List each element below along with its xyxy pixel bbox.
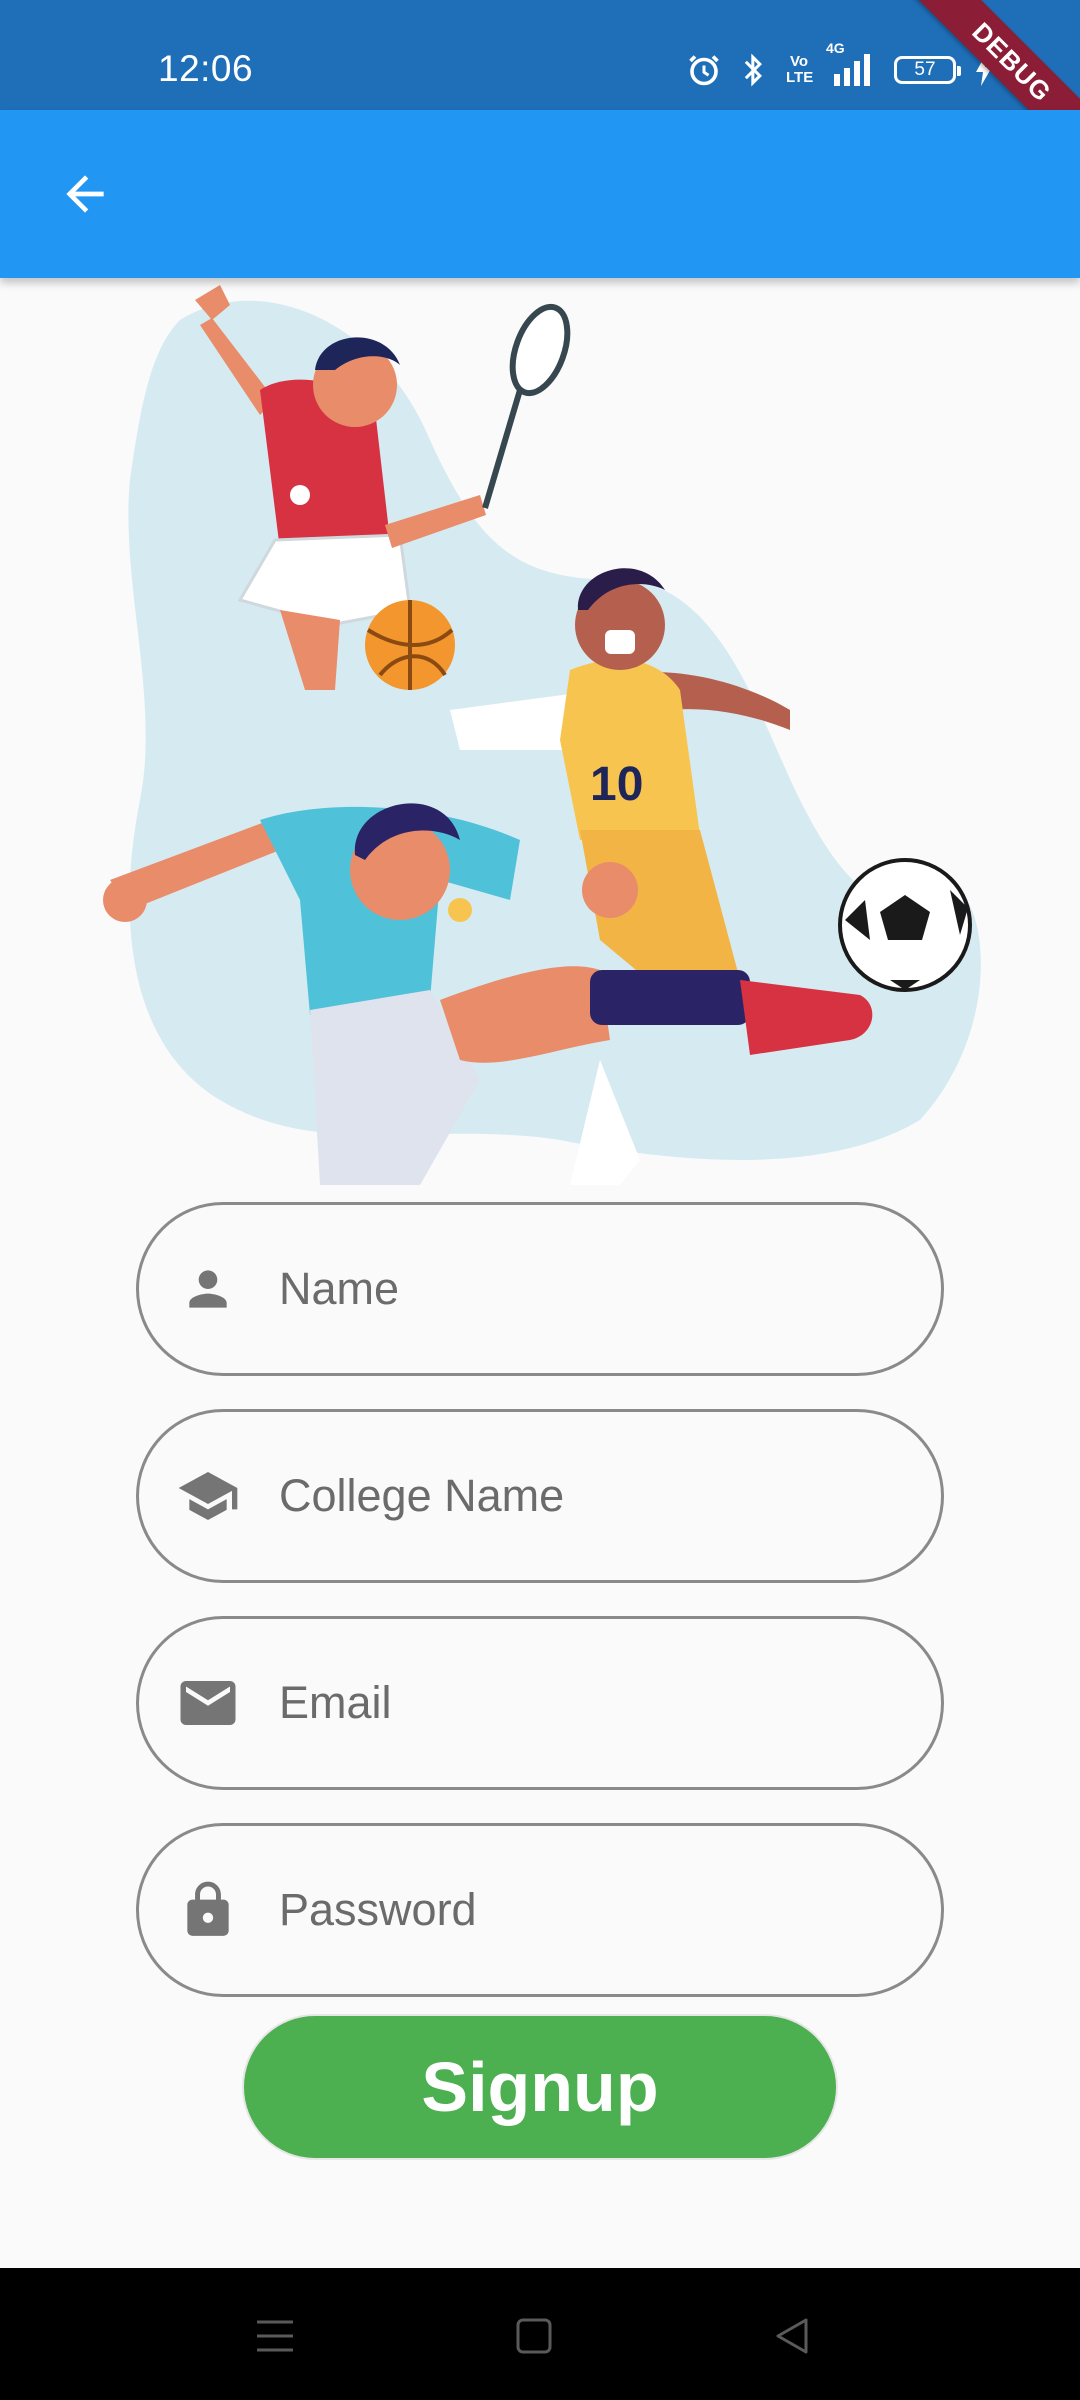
alarm-icon	[686, 52, 722, 88]
college-name-input[interactable]	[277, 1469, 881, 1523]
name-input[interactable]	[277, 1262, 881, 1316]
status-icons: Vo LTE 4G 57	[686, 40, 994, 92]
jersey-number: 10	[590, 758, 643, 811]
signup-button[interactable]: Signup	[242, 2014, 838, 2160]
password-input[interactable]	[277, 1883, 881, 1937]
app-bar	[0, 110, 1080, 278]
lock-icon	[173, 1875, 243, 1945]
system-nav-bar	[0, 2268, 1080, 2400]
back-triangle-icon	[776, 2318, 808, 2354]
status-time: 12:06	[158, 48, 254, 89]
basketball	[365, 600, 455, 690]
school-icon	[173, 1461, 243, 1531]
battery-icon: 57	[894, 56, 961, 84]
person-icon	[173, 1254, 243, 1324]
signal-icon: 4G	[826, 40, 876, 88]
name-field[interactable]	[136, 1202, 944, 1376]
email-field[interactable]	[136, 1616, 944, 1790]
soccer-ball	[838, 858, 972, 992]
home-button[interactable]	[504, 2312, 564, 2360]
mail-icon	[173, 1668, 243, 1738]
network-type-label: 4G	[826, 40, 845, 56]
email-input[interactable]	[277, 1676, 881, 1730]
arrow-left-icon	[66, 175, 104, 213]
sports-players-illustration: 10	[100, 280, 1000, 1185]
home-icon	[516, 2318, 552, 2354]
back-nav-button[interactable]	[762, 2312, 822, 2360]
status-bar: 12:06 Vo LTE 4G 57 DEBUG	[0, 0, 1080, 170]
bluetooth-icon	[740, 51, 768, 89]
menu-button[interactable]	[245, 2312, 305, 2360]
menu-icon	[257, 2320, 293, 2352]
back-button[interactable]	[40, 154, 130, 234]
college-name-field[interactable]	[136, 1409, 944, 1583]
password-field[interactable]	[136, 1823, 944, 1997]
volte-icon: Vo LTE	[786, 53, 814, 86]
